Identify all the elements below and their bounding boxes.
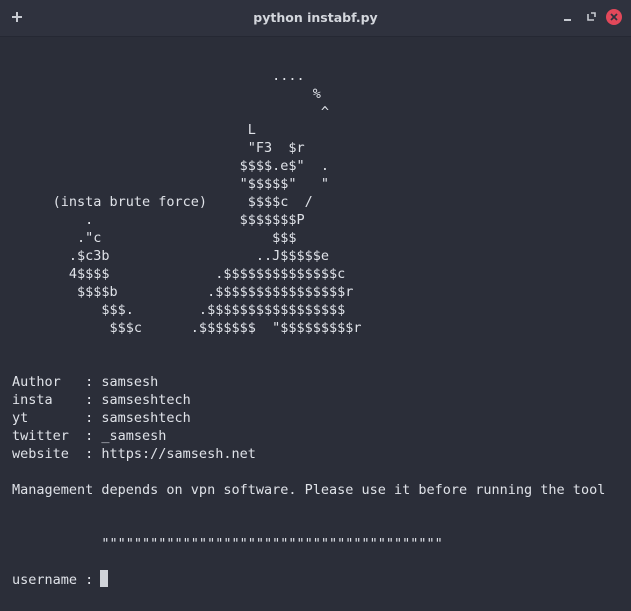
ascii-art-line: .$c3b ..J$$$$$e: [12, 248, 329, 264]
close-icon[interactable]: [606, 9, 622, 25]
minimize-icon[interactable]: [561, 10, 575, 24]
info-yt: yt : samseshtech: [12, 410, 191, 426]
title-bar: python instabf.py: [0, 0, 631, 37]
ascii-art-line: (insta brute force) $$$$c /: [12, 194, 313, 210]
ascii-art-line: "F3 $r: [12, 140, 305, 156]
ascii-art-line: ^: [12, 104, 329, 120]
terminal-window: python instabf.py .... % ^ L "F3 $r $$$$…: [0, 0, 631, 611]
ascii-art-line: L: [12, 122, 256, 138]
ascii-art-line: $$$c .$$$$$$$ "$$$$$$$$$r: [12, 320, 362, 336]
ascii-art-line: "$$$$$" ": [12, 176, 329, 192]
info-insta: insta : samseshtech: [12, 392, 191, 408]
info-twitter: twitter : _samsesh: [12, 428, 167, 444]
ascii-art-line: %: [12, 86, 321, 102]
ascii-art-line: $$$$.e$" .: [12, 158, 329, 174]
info-website: website : https://samsesh.net: [12, 446, 256, 462]
terminal-output[interactable]: .... % ^ L "F3 $r $$$$.e$" . "$$$$$" " (…: [0, 37, 631, 611]
ascii-art-line: ."c $$$: [12, 230, 297, 246]
ascii-art-line: . $$$$$$$P: [12, 212, 305, 228]
separator-line: """"""""""""""""""""""""""""""""""""""""…: [12, 536, 443, 552]
window-title: python instabf.py: [253, 10, 378, 25]
text-cursor[interactable]: [100, 570, 108, 587]
ascii-art-line: 4$$$$ .$$$$$$$$$$$$$$c: [12, 266, 346, 282]
info-author: Author : samsesh: [12, 374, 159, 390]
restore-icon[interactable]: [584, 10, 598, 24]
username-prompt: username :: [12, 572, 102, 588]
ascii-art-line: $$$$b .$$$$$$$$$$$$$$$$r: [12, 284, 354, 300]
vpn-notice: Management depends on vpn software. Plea…: [12, 482, 606, 498]
ascii-art-line: ....: [12, 68, 305, 84]
ascii-art-line: $$$. .$$$$$$$$$$$$$$$$$: [12, 302, 346, 318]
